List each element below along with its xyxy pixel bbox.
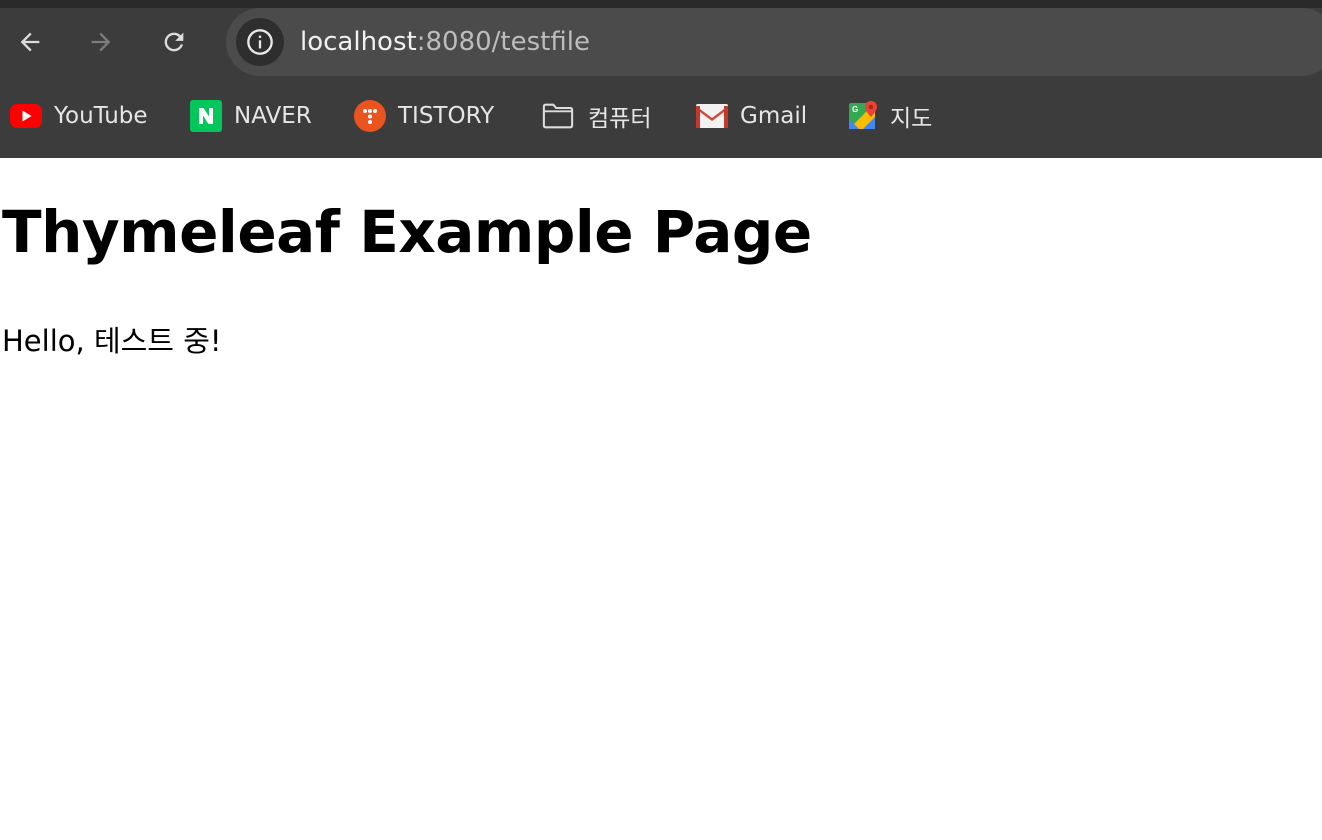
arrow-right-icon: [91, 32, 111, 52]
url-text[interactable]: localhost:8080/testfile: [300, 26, 590, 58]
folder-icon: [542, 100, 574, 132]
bookmark-tistory[interactable]: TISTORY: [354, 99, 494, 133]
bookmark-label: NAVER: [234, 103, 312, 129]
forward-button[interactable]: [83, 24, 119, 60]
info-icon: [247, 29, 273, 55]
tistory-icon: [354, 100, 386, 132]
url-path: :8080/testfile: [416, 27, 590, 57]
bookmark-youtube[interactable]: YouTube: [10, 99, 148, 133]
greeting-text: Hello, 테스트 중!: [2, 324, 222, 358]
site-info-button[interactable]: [236, 18, 284, 66]
svg-text:G: G: [852, 105, 858, 114]
reload-button[interactable]: [156, 24, 192, 60]
tab-strip: [0, 0, 1322, 8]
bookmark-folder-computer[interactable]: 컴퓨터: [542, 99, 651, 133]
arrow-left-icon: [20, 32, 40, 52]
browser-toolbar: localhost:8080/testfile YouTube NAVER TI…: [0, 0, 1322, 158]
naver-icon: [190, 100, 222, 132]
bookmark-label: TISTORY: [398, 103, 495, 129]
bookmark-maps[interactable]: G 지도: [848, 99, 932, 133]
page-heading: Thymeleaf Example Page: [2, 198, 812, 266]
bookmark-label: Gmail: [740, 103, 808, 129]
bookmark-naver[interactable]: NAVER: [190, 99, 312, 133]
reload-icon: [164, 32, 184, 52]
gmail-icon: [696, 100, 728, 132]
bookmark-label: 지도: [890, 106, 933, 132]
url-host: localhost: [300, 27, 417, 57]
bookmark-gmail[interactable]: Gmail: [696, 99, 807, 133]
bookmark-label: YouTube: [54, 103, 148, 129]
youtube-icon: [10, 100, 42, 132]
maps-icon: G: [848, 100, 880, 132]
bookmark-label: 컴퓨터: [588, 106, 652, 132]
back-button[interactable]: [12, 24, 48, 60]
